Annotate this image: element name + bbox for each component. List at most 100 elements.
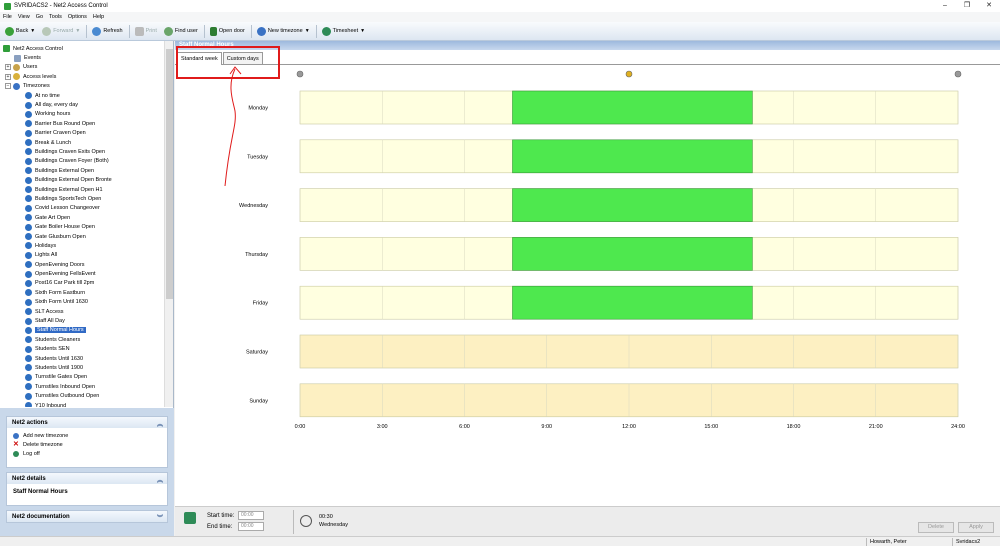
timezone-icon (25, 233, 32, 240)
tree-timezone-item[interactable]: Barrier Bus Round Open (0, 119, 174, 128)
day-label: Sunday (249, 398, 268, 404)
tree-timezone-item[interactable]: Turnstiles Inbound Open (0, 382, 174, 391)
tree-item-label: Y10 Inbound (35, 402, 67, 407)
tree-item-label: Buildings External Open H1 (35, 186, 103, 193)
tree-timezone-item[interactable]: Gate Glusburn Open (0, 232, 174, 241)
tree-timezone-item[interactable]: Turnstile Gates Open (0, 373, 174, 382)
tree-events[interactable]: Events (0, 53, 174, 62)
tree-timezone-item[interactable]: Buildings External Open H1 (0, 185, 174, 194)
add-timezone-action[interactable]: Add new timezone (7, 431, 167, 440)
log-off-action[interactable]: Log off (7, 449, 167, 458)
menu-options[interactable]: Options (68, 14, 87, 20)
close-button[interactable]: ✕ (978, 0, 1000, 12)
timezone-icon (25, 242, 32, 250)
apply-button[interactable]: Apply (958, 522, 994, 533)
events-icon (14, 54, 21, 62)
forward-button[interactable]: Forward ▼ (39, 24, 83, 39)
collapse-icon[interactable]: − (5, 83, 11, 90)
timesheet-icon (321, 26, 331, 36)
open-door-button[interactable]: Open door (207, 24, 248, 39)
maximize-button[interactable]: ❐ (956, 0, 978, 12)
tree-timezone-item[interactable]: Buildings External Open (0, 166, 174, 175)
tree-timezone-item[interactable]: Break & Lunch (0, 138, 174, 147)
tree-timezone-item[interactable]: OpenEvening FellsEvent (0, 269, 174, 278)
tree-timezone-item[interactable]: Post16 Car Park till 2pm (0, 279, 174, 288)
tree-scrollbar[interactable] (164, 41, 173, 407)
timesheet-button[interactable]: Timesheet ▼ (319, 24, 368, 39)
actions-panel-header[interactable]: Net2 actions ︽ (7, 417, 167, 428)
menu-help[interactable]: Help (93, 14, 104, 20)
timezone-icon (25, 167, 32, 175)
tree-timezone-item[interactable]: Sixth Form Until 1630 (0, 298, 174, 307)
tree-timezone-item[interactable]: Students SEN (0, 345, 174, 354)
tree-timezone-item[interactable]: Gate Art Open (0, 213, 174, 222)
day-label: Monday (248, 106, 268, 112)
tree-users[interactable]: + Users (0, 63, 174, 72)
active-interval-bar (512, 237, 753, 271)
print-button[interactable]: Print (132, 24, 160, 39)
details-panel-header[interactable]: Net2 details ︽ (7, 473, 167, 484)
tree-timezones[interactable]: − Timezones (0, 82, 174, 91)
tree-timezone-item[interactable]: At no time (0, 91, 174, 100)
menu-file[interactable]: File (3, 14, 12, 20)
active-interval-bar (512, 285, 753, 320)
end-time-input[interactable]: 00:00 (238, 522, 264, 531)
tree-timezone-item[interactable]: SLT Access (0, 307, 174, 316)
tree-item-label: Students Cleaners (35, 336, 81, 343)
tree-timezone-item[interactable]: All day, every day (0, 100, 174, 109)
collapse-chevron-icon[interactable]: ︽ (157, 419, 163, 428)
tree-item-label: Students Until 1900 (35, 364, 84, 371)
tree-timezone-item[interactable]: Staff All Day (0, 316, 174, 325)
tree-timezone-item[interactable]: Buildings Craven Exits Open (0, 147, 174, 156)
tree-timezone-item[interactable]: Staff Normal Hours (0, 326, 174, 335)
add-timezone-icon (13, 432, 19, 439)
tree-timezone-item[interactable]: Lights All (0, 251, 174, 260)
menu-tools[interactable]: Tools (49, 14, 62, 20)
scrollbar-thumb[interactable] (166, 49, 173, 299)
menu-go[interactable]: Go (36, 14, 43, 20)
tree-timezone-item[interactable]: Gate Boiler House Open (0, 222, 174, 231)
x-tick-label: 3:00 (377, 424, 388, 430)
tree-timezone-item[interactable]: OpenEvening Doors (0, 260, 174, 269)
delete-timezone-action[interactable]: ✕ Delete timezone (7, 440, 167, 449)
tree-item-label: Buildings Craven Foyer (Both) (35, 158, 109, 165)
minimize-button[interactable]: – (934, 0, 956, 12)
start-time-input[interactable]: 00:00 (238, 511, 264, 520)
collapse-chevron-icon[interactable]: ︽ (157, 475, 163, 484)
tree-timezone-item[interactable]: Holidays (0, 241, 174, 250)
timezone-icon (25, 204, 32, 212)
active-interval-bar (512, 90, 753, 125)
tree-timezone-item[interactable]: Working hours (0, 110, 174, 119)
tree-item-label: Working hours (35, 111, 71, 118)
main-header: Staff Normal Hours (175, 41, 1000, 50)
delete-button[interactable]: Delete (918, 522, 954, 533)
back-button[interactable]: Back ▼ (2, 24, 38, 39)
tree-access-levels[interactable]: + Access levels (0, 72, 174, 81)
tree-timezone-item[interactable]: Barrier Craven Open (0, 129, 174, 138)
tree-timezone-item[interactable]: Sixth Form Eastburn (0, 288, 174, 297)
tree-timezone-item[interactable]: Students Until 1900 (0, 363, 174, 372)
tree-timezone-item[interactable]: Buildings Craven Foyer (Both) (0, 157, 174, 166)
tree-root[interactable]: Net2 Access Control (0, 44, 174, 53)
tree-item-label: Students Until 1630 (35, 355, 84, 362)
tree-timezone-item[interactable]: Turnstiles Outbound Open (0, 391, 174, 400)
menu-view[interactable]: View (18, 14, 30, 20)
tree-timezone-item[interactable]: Buildings SportsTech Open (0, 194, 174, 203)
tree-timezone-item[interactable]: Covid Lesson Changeover (0, 204, 174, 213)
x-tick-label: 12:00 (622, 424, 636, 430)
tree-timezone-item[interactable]: Students Cleaners (0, 335, 174, 344)
expand-chevron-icon[interactable]: ︾ (157, 513, 163, 522)
refresh-button[interactable]: Refresh (89, 24, 125, 39)
find-user-button[interactable]: Find user (161, 24, 201, 39)
new-timezone-button[interactable]: New timezone ▼ (254, 24, 313, 39)
tree-item-label: Lights All (35, 252, 58, 259)
timezone-icon (25, 402, 32, 407)
expand-icon[interactable]: + (5, 73, 11, 80)
tree-timezone-item[interactable]: Students Until 1630 (0, 354, 174, 363)
tree-item-label: Buildings Craven Exits Open (35, 148, 106, 155)
tree-timezone-item[interactable]: Y10 Inbound (0, 401, 174, 407)
tree-timezone-item[interactable]: Buildings External Open Bronte (0, 175, 174, 184)
expand-icon[interactable]: + (5, 64, 11, 71)
timezone-icon (25, 336, 32, 344)
documentation-panel-header[interactable]: Net2 documentation ︾ (7, 511, 167, 522)
